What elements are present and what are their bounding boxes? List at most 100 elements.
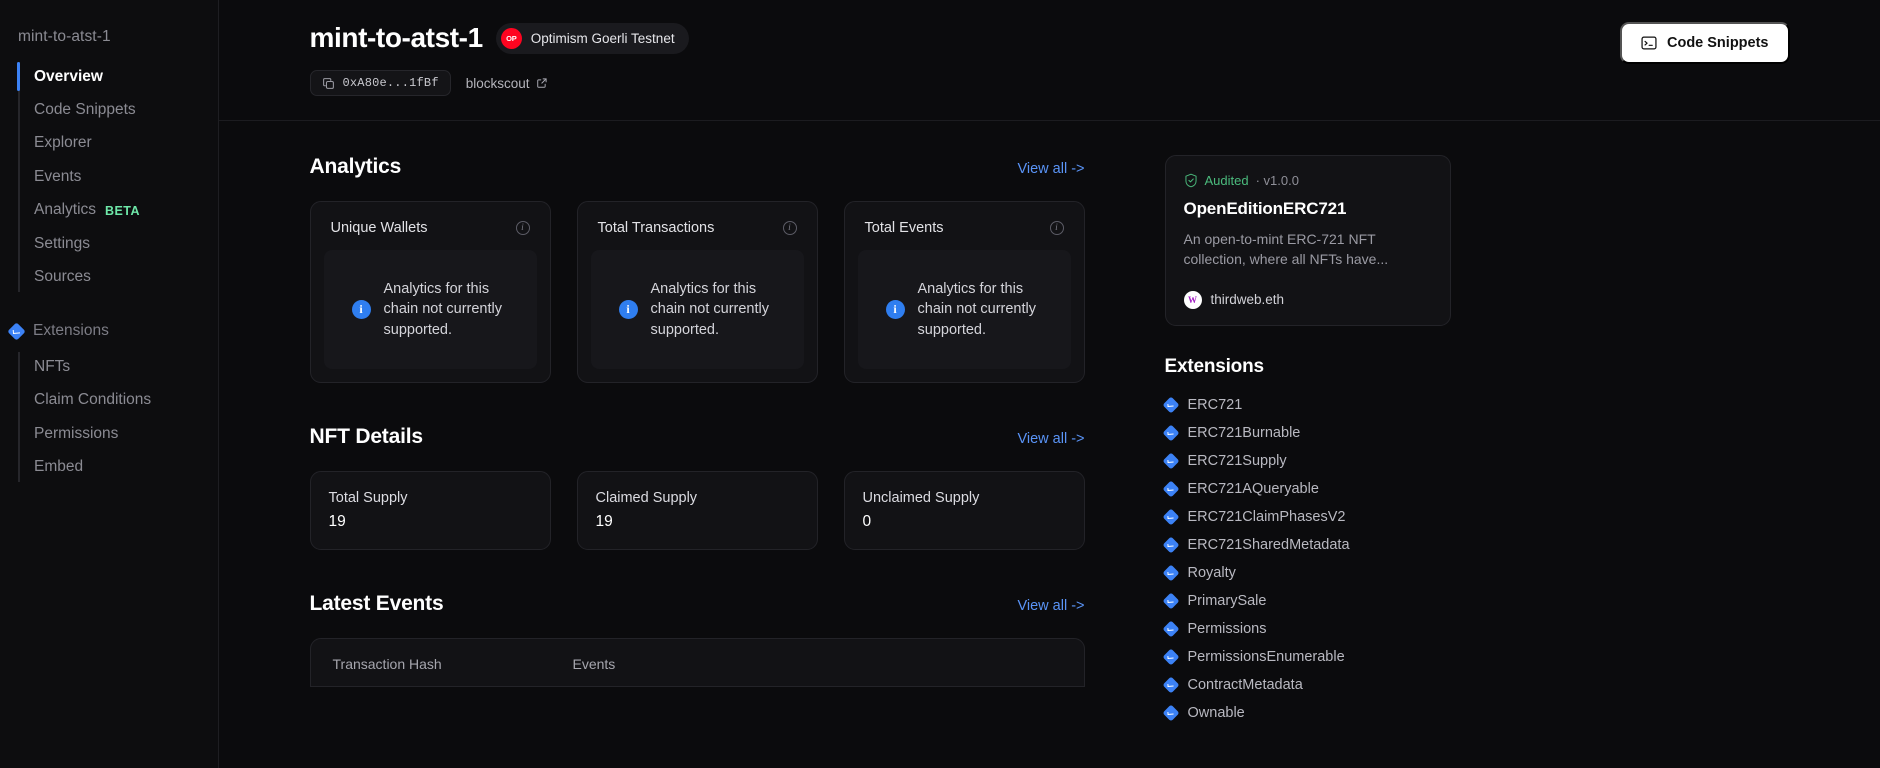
list-item[interactable]: ERC721Supply — [1162, 447, 1451, 475]
main-content: mint-to-atst-1 OP Optimism Goerli Testne… — [219, 0, 1880, 768]
unsupported-message: Analytics for this chain not currently s… — [917, 280, 1036, 338]
extension-name: ERC721Supply — [1187, 452, 1287, 469]
contract-version: · v1.0.0 — [1255, 173, 1299, 188]
nft-details-title: NFT Details — [309, 425, 424, 448]
blockscout-label: blockscout — [465, 75, 530, 91]
beta-badge: BETA — [105, 203, 140, 218]
list-item[interactable]: ERC721SharedMetadata — [1162, 531, 1451, 559]
analytics-card-total-transactions: Total Transactions i i Analytics for thi… — [576, 201, 818, 383]
sidebar-item-label: Sources — [34, 268, 91, 286]
stat-label: Claimed Supply — [595, 490, 698, 506]
info-icon[interactable]: i — [515, 221, 530, 235]
publisher-row: W thirdweb.eth — [1183, 290, 1432, 309]
sidebar-nav: Overview Code Snippets Explorer Events A… — [0, 60, 218, 294]
external-link-icon — [536, 78, 547, 88]
diamond-check-icon — [1162, 592, 1179, 610]
page-header: mint-to-atst-1 OP Optimism Goerli Testne… — [219, 0, 1880, 121]
info-icon[interactable]: i — [1049, 221, 1064, 235]
extension-name: ERC721AQueryable — [1187, 480, 1319, 497]
unsupported-panel: i Analytics for this chain not currently… — [590, 250, 804, 369]
code-snippets-label: Code Snippets — [1666, 35, 1769, 51]
network-badge[interactable]: OP Optimism Goerli Testnet — [495, 22, 689, 54]
sidebar-item-claim-conditions[interactable]: Claim Conditions — [18, 384, 218, 417]
sidebar-item-sources[interactable]: Sources — [18, 261, 218, 294]
sidebar-item-analytics[interactable]: Analytics BETA — [18, 194, 218, 227]
analytics-card-grid: Unique Wallets i i Analytics for this ch… — [309, 201, 1085, 383]
extension-name: Ownable — [1187, 704, 1245, 721]
nft-details-view-all-link[interactable]: View all -> — [1017, 431, 1084, 447]
sidebar-item-events[interactable]: Events — [18, 160, 218, 193]
stat-value: 19 — [328, 513, 346, 530]
diamond-check-icon — [1162, 536, 1179, 554]
list-item[interactable]: PrimarySale — [1162, 587, 1451, 615]
latest-events-section: Latest Events View all -> Transaction Ha… — [309, 592, 1085, 687]
contract-description: An open-to-mint ERC-721 NFT collection, … — [1183, 231, 1389, 268]
stat-card-unclaimed-supply: Unclaimed Supply 0 — [843, 471, 1085, 550]
audited-row: Audited · v1.0.0 — [1184, 173, 1432, 188]
list-item[interactable]: ERC721AQueryable — [1162, 475, 1451, 503]
list-item[interactable]: ContractMetadata — [1162, 671, 1451, 699]
diamond-check-icon — [1162, 452, 1179, 470]
info-badge-icon: i — [351, 300, 371, 319]
sidebar-item-label: Explorer — [34, 134, 92, 152]
column-header-events: Events — [572, 656, 616, 672]
diamond-check-icon — [1162, 620, 1179, 638]
diamond-check-icon — [1162, 480, 1179, 498]
diamond-check-icon — [1162, 648, 1179, 666]
extension-name: PrimarySale — [1187, 592, 1267, 609]
sidebar-item-label: Embed — [34, 458, 84, 476]
extension-name: ERC721SharedMetadata — [1187, 536, 1350, 553]
sidebar-item-label: NFTs — [34, 357, 71, 375]
extension-name: ERC721Burnable — [1187, 424, 1301, 441]
sidebar-item-label: Analytics — [34, 201, 97, 219]
extension-name: ERC721ClaimPhasesV2 — [1187, 508, 1346, 525]
latest-events-view-all-link[interactable]: View all -> — [1017, 598, 1084, 614]
contract-address-copy-button[interactable]: 0xA80e...1fBf — [309, 70, 451, 96]
unsupported-message: Analytics for this chain not currently s… — [383, 280, 502, 338]
extensions-panel-title: Extensions — [1164, 355, 1265, 377]
list-item[interactable]: ERC721 — [1162, 391, 1451, 419]
nft-details-card-grid: Total Supply 19 Claimed Supply 19 Unclai… — [309, 471, 1085, 550]
info-icon[interactable]: i — [782, 221, 797, 235]
sidebar-item-nfts[interactable]: NFTs — [18, 350, 218, 383]
column-header-transaction-hash: Transaction Hash — [332, 656, 442, 672]
audited-label: Audited — [1204, 173, 1249, 188]
card-label: Total Transactions — [597, 220, 715, 236]
sidebar-section-extensions[interactable]: Extensions — [0, 312, 218, 350]
info-badge-icon: i — [618, 300, 638, 319]
list-item[interactable]: ERC721ClaimPhasesV2 — [1162, 503, 1451, 531]
sidebar-item-label: Overview — [34, 67, 103, 85]
list-item[interactable]: Permissions — [1162, 615, 1451, 643]
analytics-card-unique-wallets: Unique Wallets i i Analytics for this ch… — [309, 201, 551, 383]
list-item[interactable]: PermissionsEnumerable — [1162, 643, 1451, 671]
diamond-check-icon — [1162, 676, 1179, 694]
stat-value: 0 — [862, 513, 872, 530]
diamond-check-icon — [1162, 564, 1179, 582]
sidebar-item-code-snippets[interactable]: Code Snippets — [18, 93, 218, 126]
nft-details-section: NFT Details View all -> Total Supply 19 … — [309, 425, 1085, 550]
list-item[interactable]: ERC721Burnable — [1162, 419, 1451, 447]
extension-name: PermissionsEnumerable — [1187, 648, 1345, 665]
sidebar-item-explorer[interactable]: Explorer — [18, 127, 218, 160]
optimism-logo-icon: OP — [500, 27, 522, 49]
publisher-name: thirdweb.eth — [1210, 292, 1285, 308]
sidebar-project-title: mint-to-atst-1 — [18, 28, 111, 45]
sidebar-item-embed[interactable]: Embed — [18, 451, 218, 484]
list-item[interactable]: Royalty — [1162, 559, 1451, 587]
sidebar-item-permissions[interactable]: Permissions — [18, 417, 218, 450]
analytics-view-all-link[interactable]: View all -> — [1017, 161, 1084, 177]
analytics-title: Analytics — [309, 155, 402, 178]
list-item[interactable]: Ownable — [1162, 699, 1451, 727]
extension-name: Royalty — [1187, 564, 1236, 581]
sidebar-item-settings[interactable]: Settings — [18, 227, 218, 260]
contract-info-card[interactable]: Audited · v1.0.0 OpenEditionERC721 An op… — [1164, 155, 1451, 326]
extensions-list: ERC721 ERC721Burnable ERC721Supply ERC72… — [1162, 391, 1451, 727]
sidebar-item-overview[interactable]: Overview — [17, 60, 218, 93]
blockscout-link[interactable]: blockscout — [466, 76, 548, 91]
diamond-check-icon — [1162, 424, 1179, 442]
code-snippets-button[interactable]: Code Snippets — [1619, 22, 1790, 64]
sidebar-item-label: Claim Conditions — [34, 391, 152, 409]
shield-check-icon — [1184, 173, 1197, 188]
right-column: Audited · v1.0.0 OpenEditionERC721 An op… — [1162, 155, 1451, 727]
publisher-avatar: W — [1183, 290, 1202, 309]
